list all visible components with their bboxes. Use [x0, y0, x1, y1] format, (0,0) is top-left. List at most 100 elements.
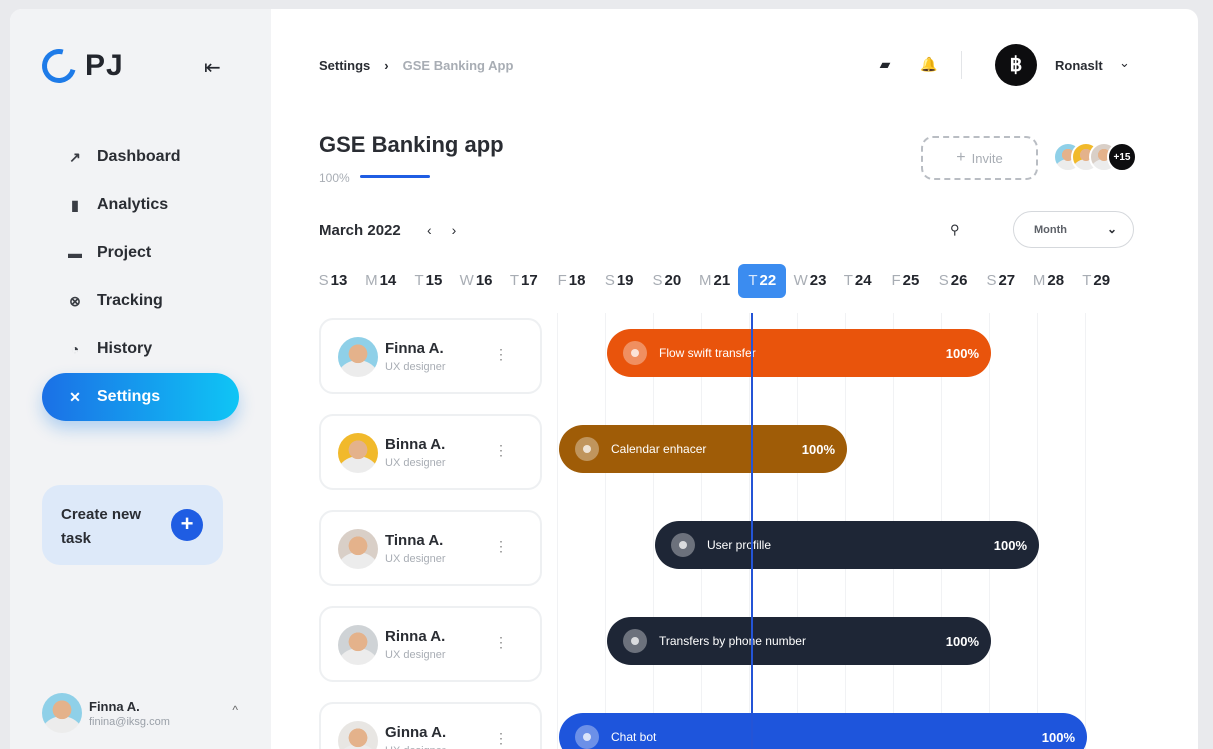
- day-28[interactable]: M 28: [1025, 264, 1073, 298]
- task-toggle-icon[interactable]: [671, 533, 695, 557]
- sidebar-item-label: History: [97, 340, 153, 357]
- person-role: UX designer: [385, 361, 446, 373]
- view-select-value: Month: [1034, 224, 1067, 236]
- grid-line: [557, 313, 558, 749]
- more-vertical-icon[interactable]: ⋮: [494, 634, 508, 651]
- user-name: Finna A.: [89, 698, 140, 714]
- sidebar-item-settings[interactable]: ✕ Settings: [42, 373, 239, 421]
- day-13[interactable]: S 13: [309, 264, 357, 298]
- month-label: March 2022: [319, 222, 401, 239]
- progress-fill: [360, 175, 430, 178]
- task-toggle-icon[interactable]: [623, 341, 647, 365]
- invite-button[interactable]: + Invite: [921, 136, 1038, 180]
- more-vertical-icon[interactable]: ⋮: [494, 538, 508, 555]
- team-avatars[interactable]: +15: [1053, 142, 1137, 172]
- person-card[interactable]: Tinna A. UX designer ⋮: [319, 510, 542, 586]
- sidebar: PJ ⇤ ↗ Dashboard ▮ Analytics ▬ Project ⊗…: [10, 9, 271, 749]
- collapse-left-icon[interactable]: ⇤: [204, 55, 221, 80]
- sidebar-item-project[interactable]: ▬ Project: [42, 229, 239, 277]
- brand-logo[interactable]: PJ: [35, 42, 124, 90]
- chevron-down-icon[interactable]: ⌄: [1119, 55, 1130, 71]
- day-22[interactable]: T 22: [738, 264, 787, 298]
- day-16[interactable]: W 16: [452, 264, 500, 298]
- invite-label: Invite: [971, 150, 1003, 166]
- sidebar-item-analytics[interactable]: ▮ Analytics: [42, 181, 239, 229]
- task-toggle-icon[interactable]: [623, 629, 647, 653]
- day-14[interactable]: M 14: [357, 264, 405, 298]
- chevron-down-icon: ⌄: [1106, 222, 1117, 236]
- account-logo[interactable]: ฿: [995, 44, 1037, 86]
- sidebar-item-dashboard[interactable]: ↗ Dashboard: [42, 133, 239, 181]
- create-task-card[interactable]: Create new task +: [42, 485, 223, 565]
- chat-icon[interactable]: ▰: [875, 56, 895, 73]
- day-21[interactable]: M 21: [691, 264, 739, 298]
- task-percent: 100%: [801, 441, 835, 457]
- day-15[interactable]: T 15: [404, 264, 452, 298]
- account-name[interactable]: Ronaslt: [1055, 58, 1103, 73]
- person-card[interactable]: Binna A. UX designer ⋮: [319, 414, 542, 490]
- avatar: [338, 433, 378, 473]
- weekday-letter: M: [1032, 272, 1046, 289]
- day-27[interactable]: S 27: [977, 264, 1025, 298]
- bicycle-icon: ⊗: [69, 292, 81, 309]
- trend-icon: ↗: [69, 148, 81, 165]
- add-task-button[interactable]: +: [171, 509, 203, 541]
- day-number: 13: [330, 272, 348, 289]
- sidebar-item-history[interactable]: ◔ History: [42, 325, 239, 373]
- person-card[interactable]: Rinna A. UX designer ⋮: [319, 606, 542, 682]
- task-toggle-icon[interactable]: [575, 725, 599, 749]
- task-bar[interactable]: Flow swift transfer 100%: [607, 329, 991, 377]
- task-bar[interactable]: Chat bot 100%: [559, 713, 1087, 749]
- task-bar[interactable]: User profille 100%: [655, 521, 1039, 569]
- person-role: UX designer: [385, 649, 446, 661]
- day-number: 23: [809, 272, 827, 289]
- day-number: 29: [1093, 272, 1111, 289]
- day-18[interactable]: F 18: [548, 264, 596, 298]
- bell-icon[interactable]: 🔔: [919, 56, 939, 73]
- day-24[interactable]: T 24: [834, 264, 882, 298]
- day-number: 16: [475, 272, 493, 289]
- chevron-up-icon[interactable]: ^: [232, 703, 238, 717]
- day-number: 24: [854, 272, 872, 289]
- weekday-letter: T: [414, 272, 424, 289]
- logo-text: PJ: [85, 49, 124, 82]
- page-title: GSE Banking app: [319, 132, 504, 157]
- weekday-letter: T: [748, 272, 758, 289]
- breadcrumb-settings[interactable]: Settings: [319, 58, 370, 73]
- day-29[interactable]: T 29: [1072, 264, 1120, 298]
- person-card[interactable]: Finna A. UX designer ⋮: [319, 318, 542, 394]
- header-icons: ▰ 🔔: [875, 56, 963, 73]
- search-icon[interactable]: ⚲: [950, 222, 960, 238]
- person-name: Binna A.: [385, 436, 446, 453]
- person-role: UX designer: [385, 745, 446, 749]
- more-vertical-icon[interactable]: ⋮: [494, 442, 508, 459]
- weekday-letter: T: [843, 272, 853, 289]
- person-role: UX designer: [385, 457, 446, 469]
- day-19[interactable]: S 19: [595, 264, 643, 298]
- avatar: [338, 625, 378, 665]
- weekday-letter: W: [459, 272, 474, 289]
- chevron-left-icon[interactable]: ‹: [427, 222, 432, 238]
- more-members-badge: +15: [1107, 142, 1137, 172]
- task-bar[interactable]: Transfers by phone number 100%: [607, 617, 991, 665]
- day-26[interactable]: S 26: [929, 264, 977, 298]
- month-nav: ‹ ›: [427, 222, 476, 238]
- view-select[interactable]: Month ⌄: [1013, 211, 1134, 248]
- person-name: Finna A.: [385, 340, 444, 357]
- day-25[interactable]: F 25: [881, 264, 929, 298]
- day-20[interactable]: S 20: [643, 264, 691, 298]
- chevron-right-icon[interactable]: ›: [452, 222, 457, 238]
- sidebar-item-tracking[interactable]: ⊗ Tracking: [42, 277, 239, 325]
- day-number: 28: [1047, 272, 1065, 289]
- sidebar-user[interactable]: Finna A. finina@iksg.com ^: [42, 693, 238, 733]
- more-vertical-icon[interactable]: ⋮: [494, 346, 508, 363]
- day-17[interactable]: T 17: [500, 264, 548, 298]
- day-number: 19: [616, 272, 634, 289]
- task-bar[interactable]: Calendar enhacer 100%: [559, 425, 847, 473]
- day-23[interactable]: W 23: [786, 264, 834, 298]
- task-toggle-icon[interactable]: [575, 437, 599, 461]
- day-number: 21: [713, 272, 731, 289]
- person-card[interactable]: Ginna A. UX designer ⋮: [319, 702, 542, 749]
- chevron-right-icon: ›: [384, 58, 389, 73]
- more-vertical-icon[interactable]: ⋮: [494, 730, 508, 747]
